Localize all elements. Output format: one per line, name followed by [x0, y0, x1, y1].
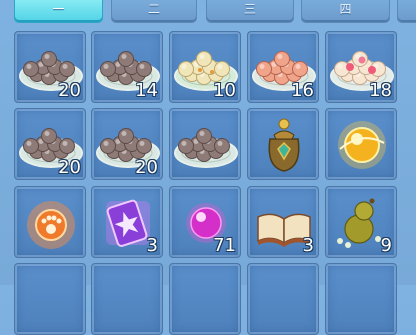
inventory-slot-treasure-pouch[interactable]: [247, 108, 319, 180]
inventory-slot-grey-rice-balls-plate[interactable]: 20: [14, 31, 86, 103]
item-count: 14: [135, 80, 158, 101]
inventory-slot-cream-dumplings-plate[interactable]: 10: [169, 31, 241, 103]
inventory-slot-golden-orb[interactable]: [325, 108, 397, 180]
tab-3[interactable]: 三: [206, 0, 294, 23]
item-count: 10: [213, 80, 236, 101]
item-count: 9: [380, 235, 392, 256]
category-tabs: 一 二 三 四: [0, 0, 416, 26]
item-count: 20: [135, 157, 158, 178]
inventory-slot-grey-rice-balls-plate[interactable]: 14: [91, 31, 163, 103]
inventory-slot-paw-emblem[interactable]: [14, 186, 86, 258]
item-count: 3: [146, 235, 158, 256]
item-count: 18: [369, 80, 392, 101]
inventory-slot-pink-dumplings-plate[interactable]: 16: [247, 31, 319, 103]
tab-1[interactable]: 一: [14, 0, 103, 23]
inventory-slot-grey-rice-balls-plate[interactable]: [169, 108, 241, 180]
inventory-grid: 20 14 10 16 18 20 20 3 71 3 9: [14, 31, 416, 335]
item-count: 16: [291, 80, 314, 101]
item-count: 3: [302, 235, 314, 256]
inventory-slot-open-book[interactable]: 3: [247, 186, 319, 258]
tab-4[interactable]: 四: [301, 0, 390, 23]
tab-5[interactable]: [397, 0, 416, 23]
item-count: 20: [58, 157, 81, 178]
inventory-slot-empty-slot[interactable]: [14, 263, 86, 335]
item-count: 71: [213, 235, 236, 256]
inventory-slot-purple-star-card[interactable]: 3: [91, 186, 163, 258]
item-count: 20: [58, 80, 81, 101]
inventory-slot-empty-slot[interactable]: [169, 263, 241, 335]
inventory-slot-grey-rice-balls-plate[interactable]: 20: [14, 108, 86, 180]
tab-2[interactable]: 二: [111, 0, 197, 23]
inventory-slot-gourd-with-pills[interactable]: 9: [325, 186, 397, 258]
inventory-slot-magenta-pearl[interactable]: 71: [169, 186, 241, 258]
inventory-slot-flower-cakes-plate[interactable]: 18: [325, 31, 397, 103]
inventory-slot-empty-slot[interactable]: [91, 263, 163, 335]
inventory-slot-grey-rice-balls-plate[interactable]: 20: [91, 108, 163, 180]
inventory-slot-empty-slot[interactable]: [247, 263, 319, 335]
inventory-slot-empty-slot[interactable]: [325, 263, 397, 335]
